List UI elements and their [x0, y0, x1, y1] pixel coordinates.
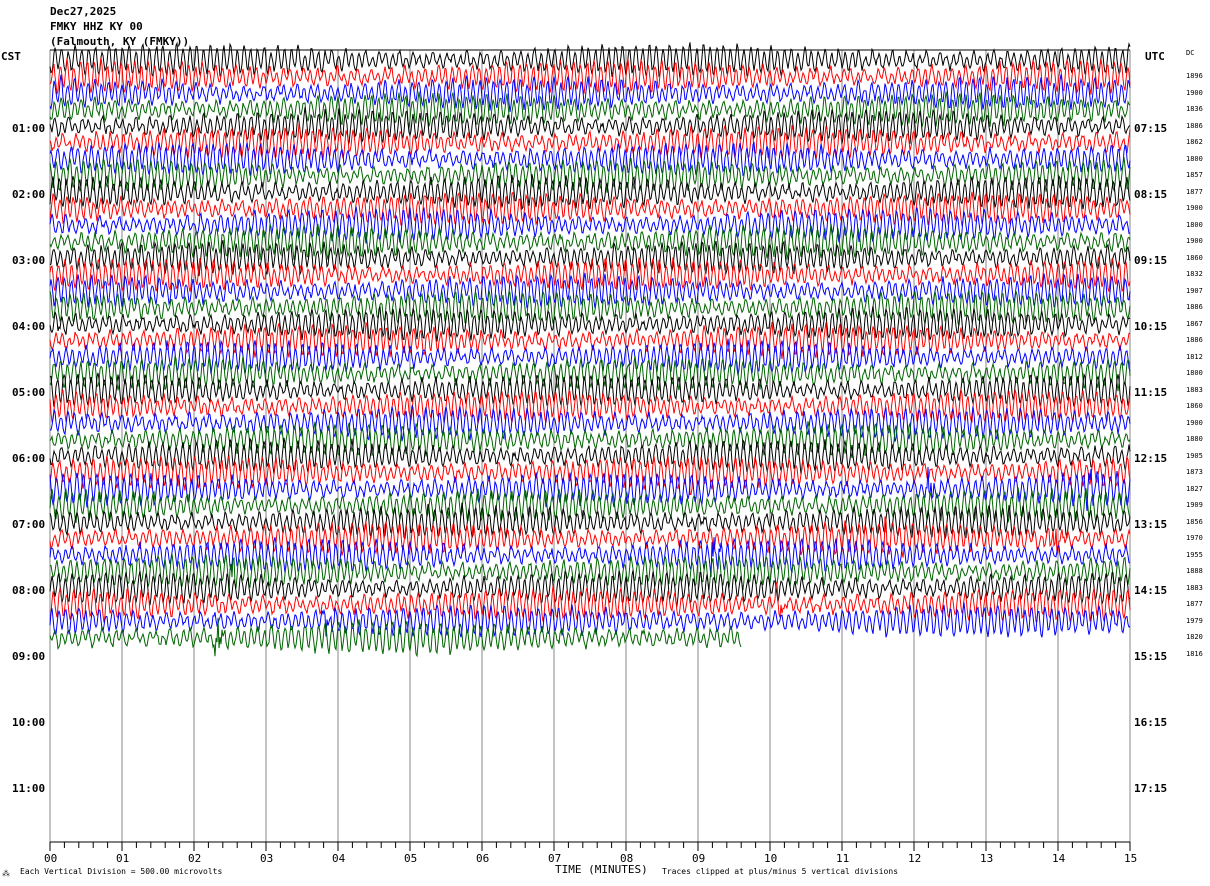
dc-offset-label: 1909 [1186, 501, 1203, 509]
x-axis-label: TIME (MINUTES) [555, 863, 648, 876]
dc-offset-label: 1867 [1186, 319, 1203, 328]
right-hour-label: 16:15 [1134, 716, 1168, 729]
dc-offset-label: 1900 [1186, 418, 1203, 427]
trace-line [49, 437, 1131, 475]
x-tick-label: 12 [908, 852, 922, 865]
left-hour-label: 05:00 [12, 386, 46, 399]
left-hour-label: 06:00 [12, 452, 46, 465]
dc-offset-label: 1886 [1186, 121, 1203, 130]
x-tick-label: 14 [1052, 852, 1066, 865]
x-tick-label: 01 [116, 852, 130, 865]
dc-offset-label: 1860 [1186, 253, 1203, 262]
helicorder-plot [49, 41, 1131, 851]
x-tick-label: 15 [1124, 852, 1138, 865]
right-hour-label: 17:15 [1134, 782, 1168, 795]
x-tick-label: 04 [332, 852, 346, 865]
right-hour-label: 10:15 [1134, 320, 1168, 333]
left-hour-label: 01:00 [12, 122, 46, 135]
dc-offset-label: 1857 [1186, 171, 1203, 179]
left-hour-label: 04:00 [12, 320, 46, 333]
x-tick-label: 06 [476, 852, 490, 865]
dc-offset-label: 1877 [1186, 600, 1203, 608]
dc-offset-label: 1800 [1186, 369, 1203, 377]
x-tick-label: 02 [188, 852, 202, 865]
dc-offset-label: 1900 [1186, 237, 1203, 245]
dc-offset-label: 1812 [1186, 352, 1203, 361]
x-tick-label: 10 [764, 852, 778, 865]
scale-note: Each Vertical Division = 500.00 microvol… [20, 867, 223, 876]
dc-offset-label: 1905 [1186, 451, 1203, 460]
dc-offset-label: 1860 [1186, 402, 1203, 410]
right-hour-label: 07:15 [1134, 122, 1168, 135]
right-hour-label: 15:15 [1134, 650, 1168, 663]
dc-offset-label: 1886 [1186, 303, 1203, 311]
x-tick-label: 00 [44, 852, 58, 865]
dc-offset-label: 1883 [1186, 583, 1203, 592]
right-hour-label: 11:15 [1134, 386, 1168, 399]
dc-offset-label: 1832 [1186, 270, 1203, 278]
dc-offset-label: 1970 [1186, 534, 1203, 542]
clip-note: Traces clipped at plus/minus 5 vertical … [662, 867, 899, 876]
trace-line [49, 157, 1131, 194]
dc-offset-label: 1856 [1186, 517, 1203, 526]
dc-offset-label: 1800 [1186, 154, 1203, 163]
trace-line [49, 174, 1131, 211]
left-hour-label: 08:00 [12, 584, 46, 597]
trace-line [49, 321, 1131, 360]
dc-offset-label: 1880 [1186, 435, 1203, 443]
dc-offset-label: 1883 [1186, 385, 1203, 394]
left-hour-label: 11:00 [12, 782, 46, 795]
x-tick-label: 09 [692, 852, 706, 865]
right-hour-label: 12:15 [1134, 452, 1168, 465]
left-hour-label: 02:00 [12, 188, 46, 201]
dc-offset-label: 1836 [1186, 105, 1203, 113]
dc-offset-label: 1888 [1186, 567, 1203, 575]
trace-line [49, 338, 1131, 376]
left-hour-label: 10:00 [12, 716, 46, 729]
dc-offset-label: 1886 [1186, 336, 1203, 344]
dc-offset-label: 1816 [1186, 649, 1203, 658]
dc-offset-label: 1877 [1186, 187, 1203, 196]
trace-line [49, 516, 1131, 558]
dc-offset-label: 1820 [1186, 633, 1203, 641]
dc-offset-label: 1955 [1186, 550, 1203, 559]
x-tick-label: 11 [836, 852, 850, 865]
dc-offset-label: 1827 [1186, 484, 1203, 493]
left-hour-label: 07:00 [12, 518, 46, 531]
trace-line [49, 466, 1131, 512]
dc-offset-label: 1979 [1186, 616, 1203, 625]
x-tick-label: 03 [260, 852, 274, 865]
right-hour-label: 13:15 [1134, 518, 1168, 531]
trace-line [49, 570, 1131, 607]
trace-line [49, 41, 1131, 79]
x-tick-label: 13 [980, 852, 994, 865]
dc-offset-label: 1800 [1186, 220, 1203, 229]
dc-offset-label: 1900 [1186, 204, 1203, 212]
dc-offset-label: 1907 [1186, 286, 1203, 295]
dc-offset-label: 1900 [1186, 88, 1203, 97]
right-hour-label: 08:15 [1134, 188, 1168, 201]
dc-offset-label: 1873 [1186, 468, 1203, 476]
right-hour-label: 14:15 [1134, 584, 1168, 597]
left-hour-label: 09:00 [12, 650, 46, 663]
scale-icon: ⁂ [2, 869, 10, 878]
trace-line [49, 602, 1131, 638]
left-hour-label: 03:00 [12, 254, 46, 267]
right-hour-label: 09:15 [1134, 254, 1168, 267]
x-tick-label: 05 [404, 852, 418, 865]
dc-offset-label: 1896 [1186, 72, 1203, 80]
dc-offset-label: 1862 [1186, 138, 1203, 146]
